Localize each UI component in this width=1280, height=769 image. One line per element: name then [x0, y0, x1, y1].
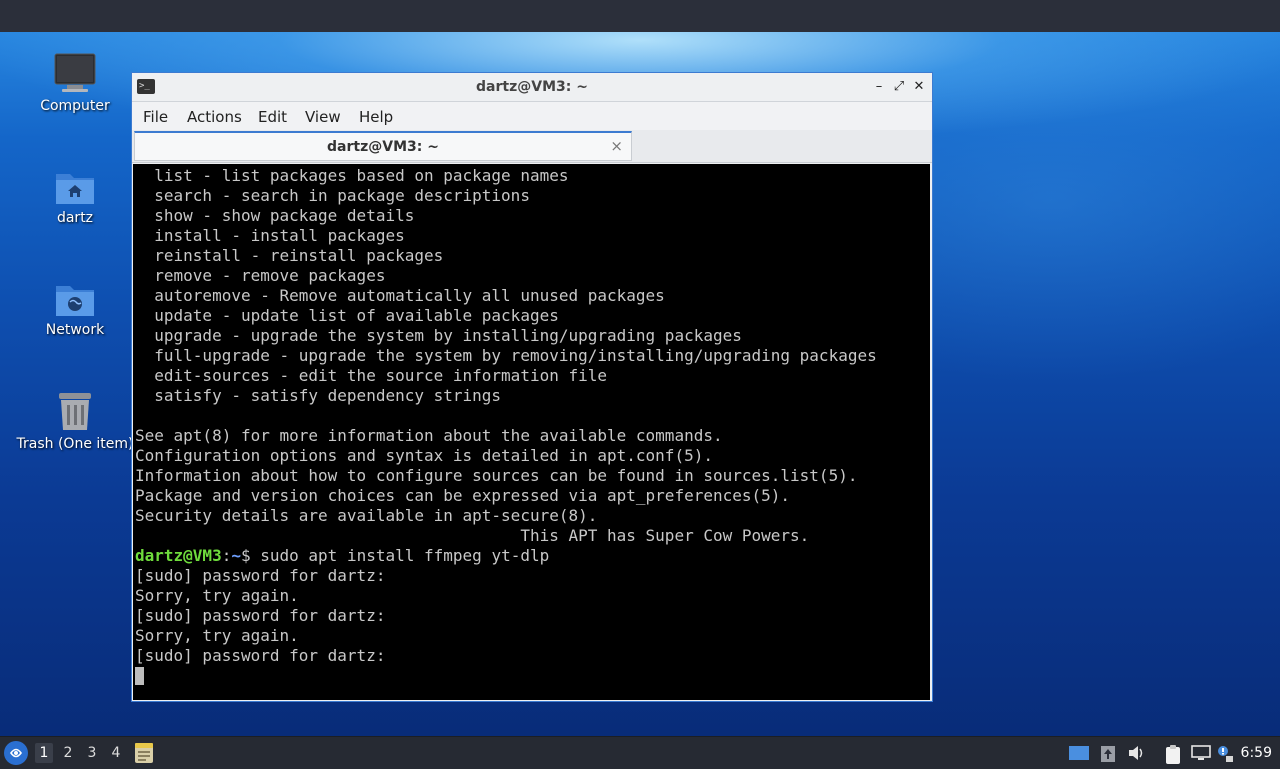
menu-view[interactable]: View — [305, 108, 341, 126]
network-monitor-icon — [1191, 745, 1211, 760]
start-menu-button[interactable] — [4, 741, 28, 765]
terminal-line: remove - remove packages — [135, 266, 386, 285]
desktop-icon-label: Computer — [40, 98, 110, 114]
update-icon — [1101, 746, 1115, 762]
text-cursor — [135, 667, 144, 685]
workspace-4[interactable]: 4 — [107, 743, 125, 763]
prompt-symbol: $ — [240, 546, 261, 565]
volume-icon — [1129, 746, 1143, 760]
command-text: sudo apt install ffmpeg yt-dlp — [260, 546, 550, 565]
prompt-user: dartz@VM3 — [135, 546, 222, 565]
computer-icon — [54, 53, 96, 92]
terminal-line: full-upgrade - upgrade the system by rem… — [135, 346, 877, 365]
top-panel — [0, 0, 1280, 32]
terminal-lines: list - list packages based on package na… — [135, 166, 877, 686]
maximize-button[interactable]: ⤢ — [890, 78, 908, 96]
desktop-icon-label: Trash (One item) — [16, 436, 134, 452]
terminal-line: autoremove - Remove automatically all un… — [135, 286, 665, 305]
menu-file[interactable]: File — [143, 108, 168, 126]
workspace-2[interactable]: 2 — [59, 743, 77, 763]
desktop-icon-computer[interactable]: Computer — [15, 52, 135, 114]
terminal-line: install - install packages — [135, 226, 405, 245]
volume-tray[interactable] — [1127, 745, 1145, 761]
network-tray[interactable] — [1191, 745, 1211, 761]
trash-icon — [59, 393, 91, 430]
terminal-line: search - search in package descriptions — [135, 186, 530, 205]
terminal-line: Information about how to configure sourc… — [135, 466, 858, 485]
desktop-icon-home[interactable]: dartz — [15, 166, 135, 226]
workspace-1[interactable]: 1 — [35, 743, 53, 763]
menu-bar: File Actions Edit View Help — [132, 102, 932, 130]
terminal-line: update - update list of available packag… — [135, 306, 559, 325]
terminal-line: Package and version choices can be expre… — [135, 486, 791, 505]
workspace-3[interactable]: 3 — [83, 743, 101, 763]
menu-help[interactable]: Help — [359, 108, 393, 126]
update-tray[interactable] — [1099, 745, 1117, 762]
terminal-line: See apt(8) for more information about th… — [135, 426, 723, 445]
terminal-line: [sudo] password for dartz: — [135, 606, 386, 625]
minimize-button[interactable]: – — [870, 78, 888, 96]
clock[interactable]: 6:59 — [1241, 745, 1272, 761]
tab-close-icon[interactable]: × — [610, 137, 623, 155]
desktop-icon-trash[interactable]: Trash (One item) — [15, 390, 135, 452]
terminal-line: reinstall - reinstall packages — [135, 246, 444, 265]
terminal-line: This APT has Super Cow Powers. — [135, 526, 810, 545]
prompt-path: ~ — [231, 546, 241, 565]
terminal-line: [sudo] password for dartz: — [135, 646, 386, 665]
title-bar[interactable]: >_ dartz@VM3: ~ – ⤢ ✕ — [132, 73, 932, 102]
tab-label: dartz@VM3: ~ — [327, 139, 439, 155]
text-editor-icon — [135, 743, 153, 763]
terminal-line: Configuration options and syntax is deta… — [135, 446, 713, 465]
clipboard-icon — [1166, 745, 1180, 764]
terminal-line: upgrade - upgrade the system by installi… — [135, 326, 742, 345]
terminal-output[interactable]: list - list packages based on package na… — [133, 164, 930, 700]
cursor-line — [135, 666, 877, 686]
desktop-icon-network[interactable]: Network — [15, 278, 135, 338]
notification-tray[interactable] — [1216, 745, 1234, 762]
app-menu-icon — [5, 742, 27, 764]
terminal-prompt-line: dartz@VM3:~$ sudo apt install ffmpeg yt-… — [135, 546, 877, 566]
clipboard-tray[interactable] — [1164, 745, 1182, 764]
taskbar: 1 2 3 4 6:59 — [0, 736, 1280, 769]
terminal-line: [sudo] password for dartz: — [135, 566, 386, 585]
home-folder-icon — [56, 174, 94, 204]
tab-bar: dartz@VM3: ~ × — [132, 130, 932, 163]
terminal-line: edit-sources - edit the source informati… — [135, 366, 608, 385]
display-icon — [1069, 746, 1089, 760]
terminal-line: Sorry, try again. — [135, 586, 299, 605]
desktop-icon-label: dartz — [56, 210, 94, 226]
window-title: dartz@VM3: ~ — [476, 79, 588, 95]
desktop-icon-label: Network — [45, 322, 105, 338]
terminal-line: Sorry, try again. — [135, 626, 299, 645]
terminal-line: Security details are available in apt-se… — [135, 506, 598, 525]
notification-icon — [1218, 746, 1233, 762]
terminal-line: show - show package details — [135, 206, 415, 225]
workspace-show-icon[interactable] — [1068, 745, 1090, 761]
terminal-window: >_ dartz@VM3: ~ – ⤢ ✕ File Actions Edit … — [131, 72, 933, 702]
close-button[interactable]: ✕ — [910, 78, 928, 96]
prompt-separator: : — [221, 546, 232, 565]
menu-actions[interactable]: Actions — [187, 108, 242, 126]
terminal-line: satisfy - satisfy dependency strings — [135, 386, 502, 405]
terminal-tab[interactable]: dartz@VM3: ~ × — [134, 131, 632, 161]
network-folder-icon — [56, 286, 94, 316]
terminal-line: list - list packages based on package na… — [135, 166, 569, 185]
menu-edit[interactable]: Edit — [258, 108, 287, 126]
taskbar-app-icon[interactable] — [134, 742, 154, 763]
